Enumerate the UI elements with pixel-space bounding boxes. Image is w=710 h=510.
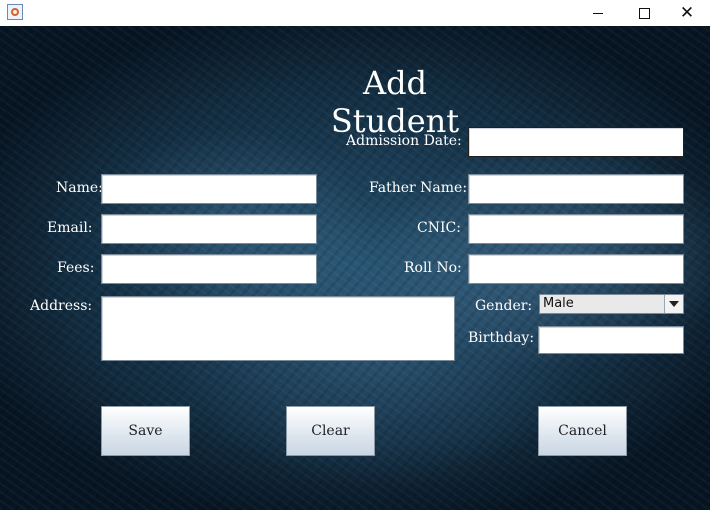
minimize-button[interactable] [575,0,621,26]
java-coffee-icon [7,4,23,20]
name-label: Name: [56,180,103,196]
birthday-label: Birthday: [468,330,535,346]
roll-no-label: Roll No: [404,260,462,276]
gender-selected-value: Male [543,296,574,311]
form-panel: Add Student Admission Date: Name: Father… [0,26,710,510]
email-label: Email: [47,220,93,236]
address-label: Address: [30,298,93,314]
gender-label: Gender: [475,298,533,314]
admission-date-field[interactable] [468,127,684,157]
chevron-down-icon[interactable] [664,295,683,313]
roll-no-field[interactable] [468,254,684,284]
father-name-label: Father Name: [369,180,468,196]
save-button[interactable]: Save [101,406,190,456]
title-bar: ✕ [0,0,710,26]
fees-label: Fees: [57,260,95,276]
cancel-button[interactable]: Cancel [538,406,627,456]
close-button[interactable]: ✕ [664,0,710,26]
minimize-icon [593,12,603,14]
close-icon: ✕ [679,2,695,23]
admission-date-label: Admission Date: [346,133,462,149]
cnic-field[interactable] [468,214,684,244]
birthday-field[interactable] [538,326,684,354]
page-title: Add Student [330,64,460,140]
name-field[interactable] [101,174,317,204]
address-textarea[interactable] [101,296,455,361]
father-name-field[interactable] [468,174,684,204]
clear-button[interactable]: Clear [286,406,375,456]
maximize-icon [638,7,650,19]
fees-field[interactable] [101,254,317,284]
gender-dropdown[interactable]: Male [539,294,684,314]
cnic-label: CNIC: [417,220,461,236]
email-field[interactable] [101,214,317,244]
maximize-button[interactable] [621,0,667,26]
